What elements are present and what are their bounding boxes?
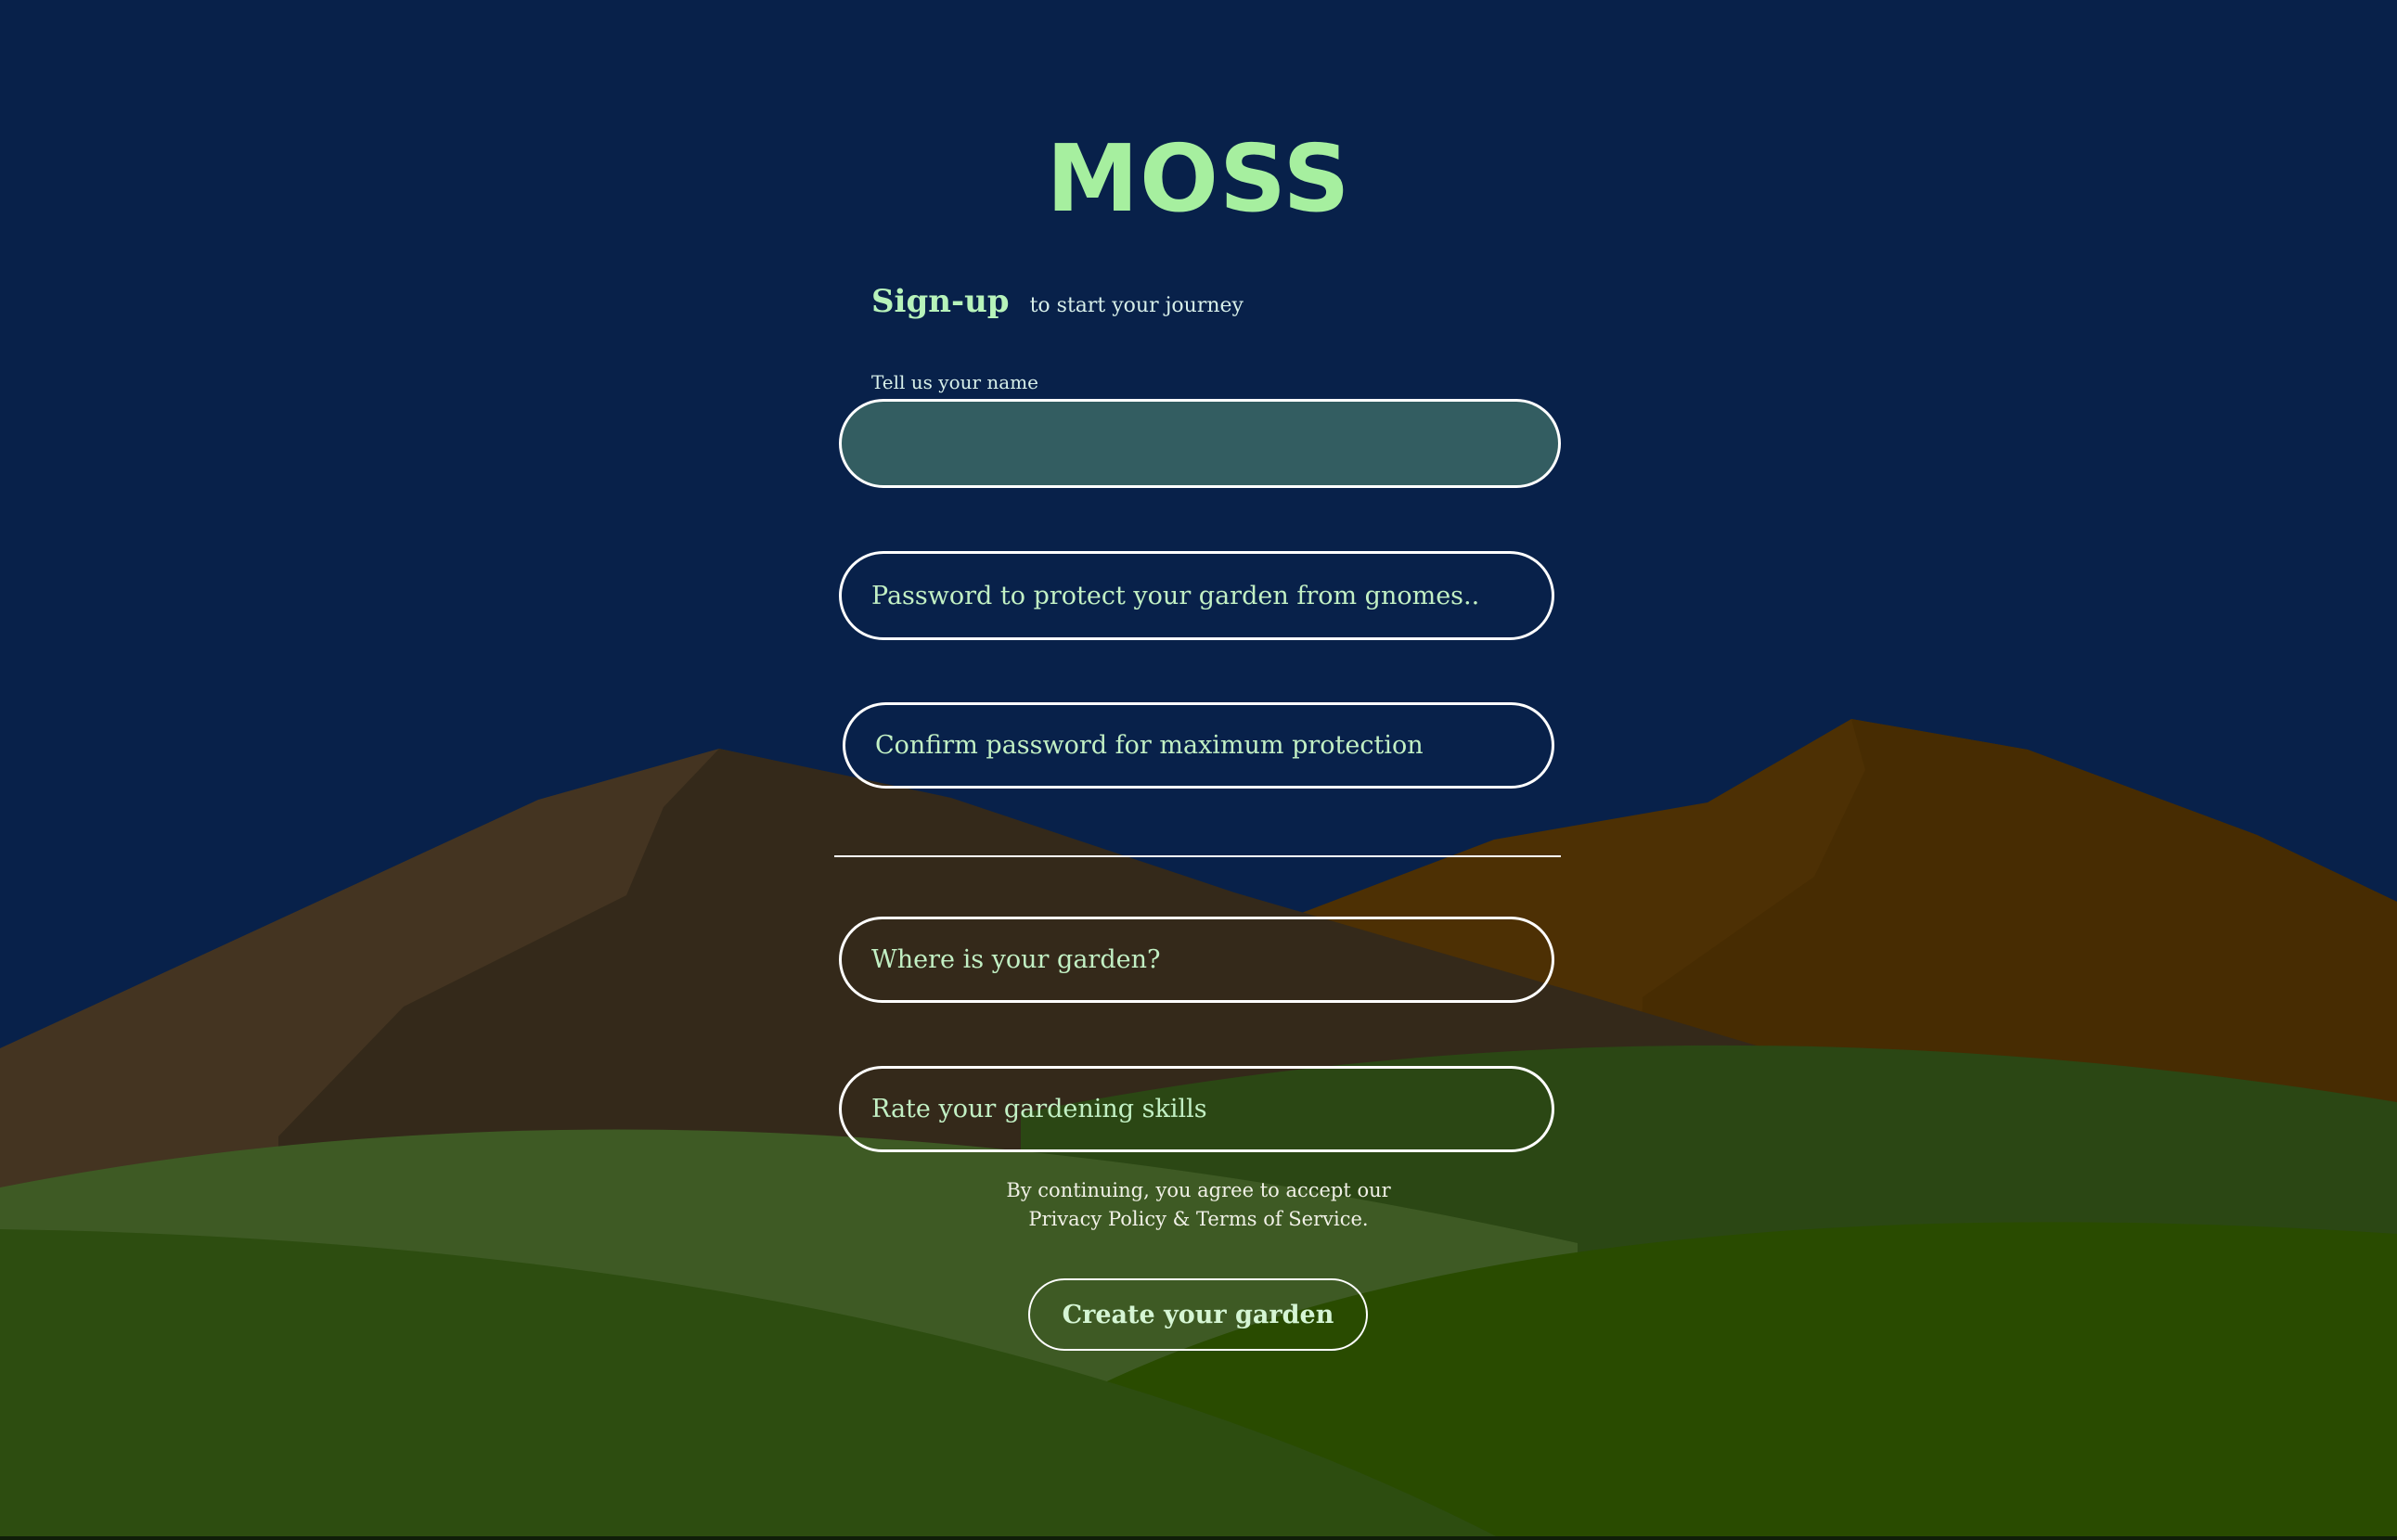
confirm-password-field[interactable]: [843, 702, 1554, 789]
create-garden-button[interactable]: Create your garden: [1028, 1278, 1368, 1351]
signup-title: Sign-up: [871, 283, 1010, 320]
terms-notice: By continuing, you agree to accept our P…: [0, 1176, 2397, 1234]
signup-screen: MOSS Sign-up to start your journey Tell …: [0, 0, 2397, 1540]
name-field-label: Tell us your name: [871, 371, 1039, 393]
brand-logo: MOSS: [1046, 124, 1351, 233]
gardening-skills-field[interactable]: [839, 1066, 1554, 1152]
signup-heading: Sign-up to start your journey: [871, 283, 1244, 320]
garden-location-field[interactable]: [839, 917, 1554, 1003]
signup-subtitle: to start your journey: [1029, 294, 1244, 317]
password-field[interactable]: [839, 551, 1554, 640]
terms-line-2: Privacy Policy & Terms of Service.: [1028, 1208, 1369, 1230]
form-divider: [834, 855, 1561, 857]
bottom-edge: [0, 1536, 2397, 1540]
name-field[interactable]: [839, 399, 1561, 488]
terms-line-1: By continuing, you agree to accept our: [1006, 1179, 1391, 1201]
